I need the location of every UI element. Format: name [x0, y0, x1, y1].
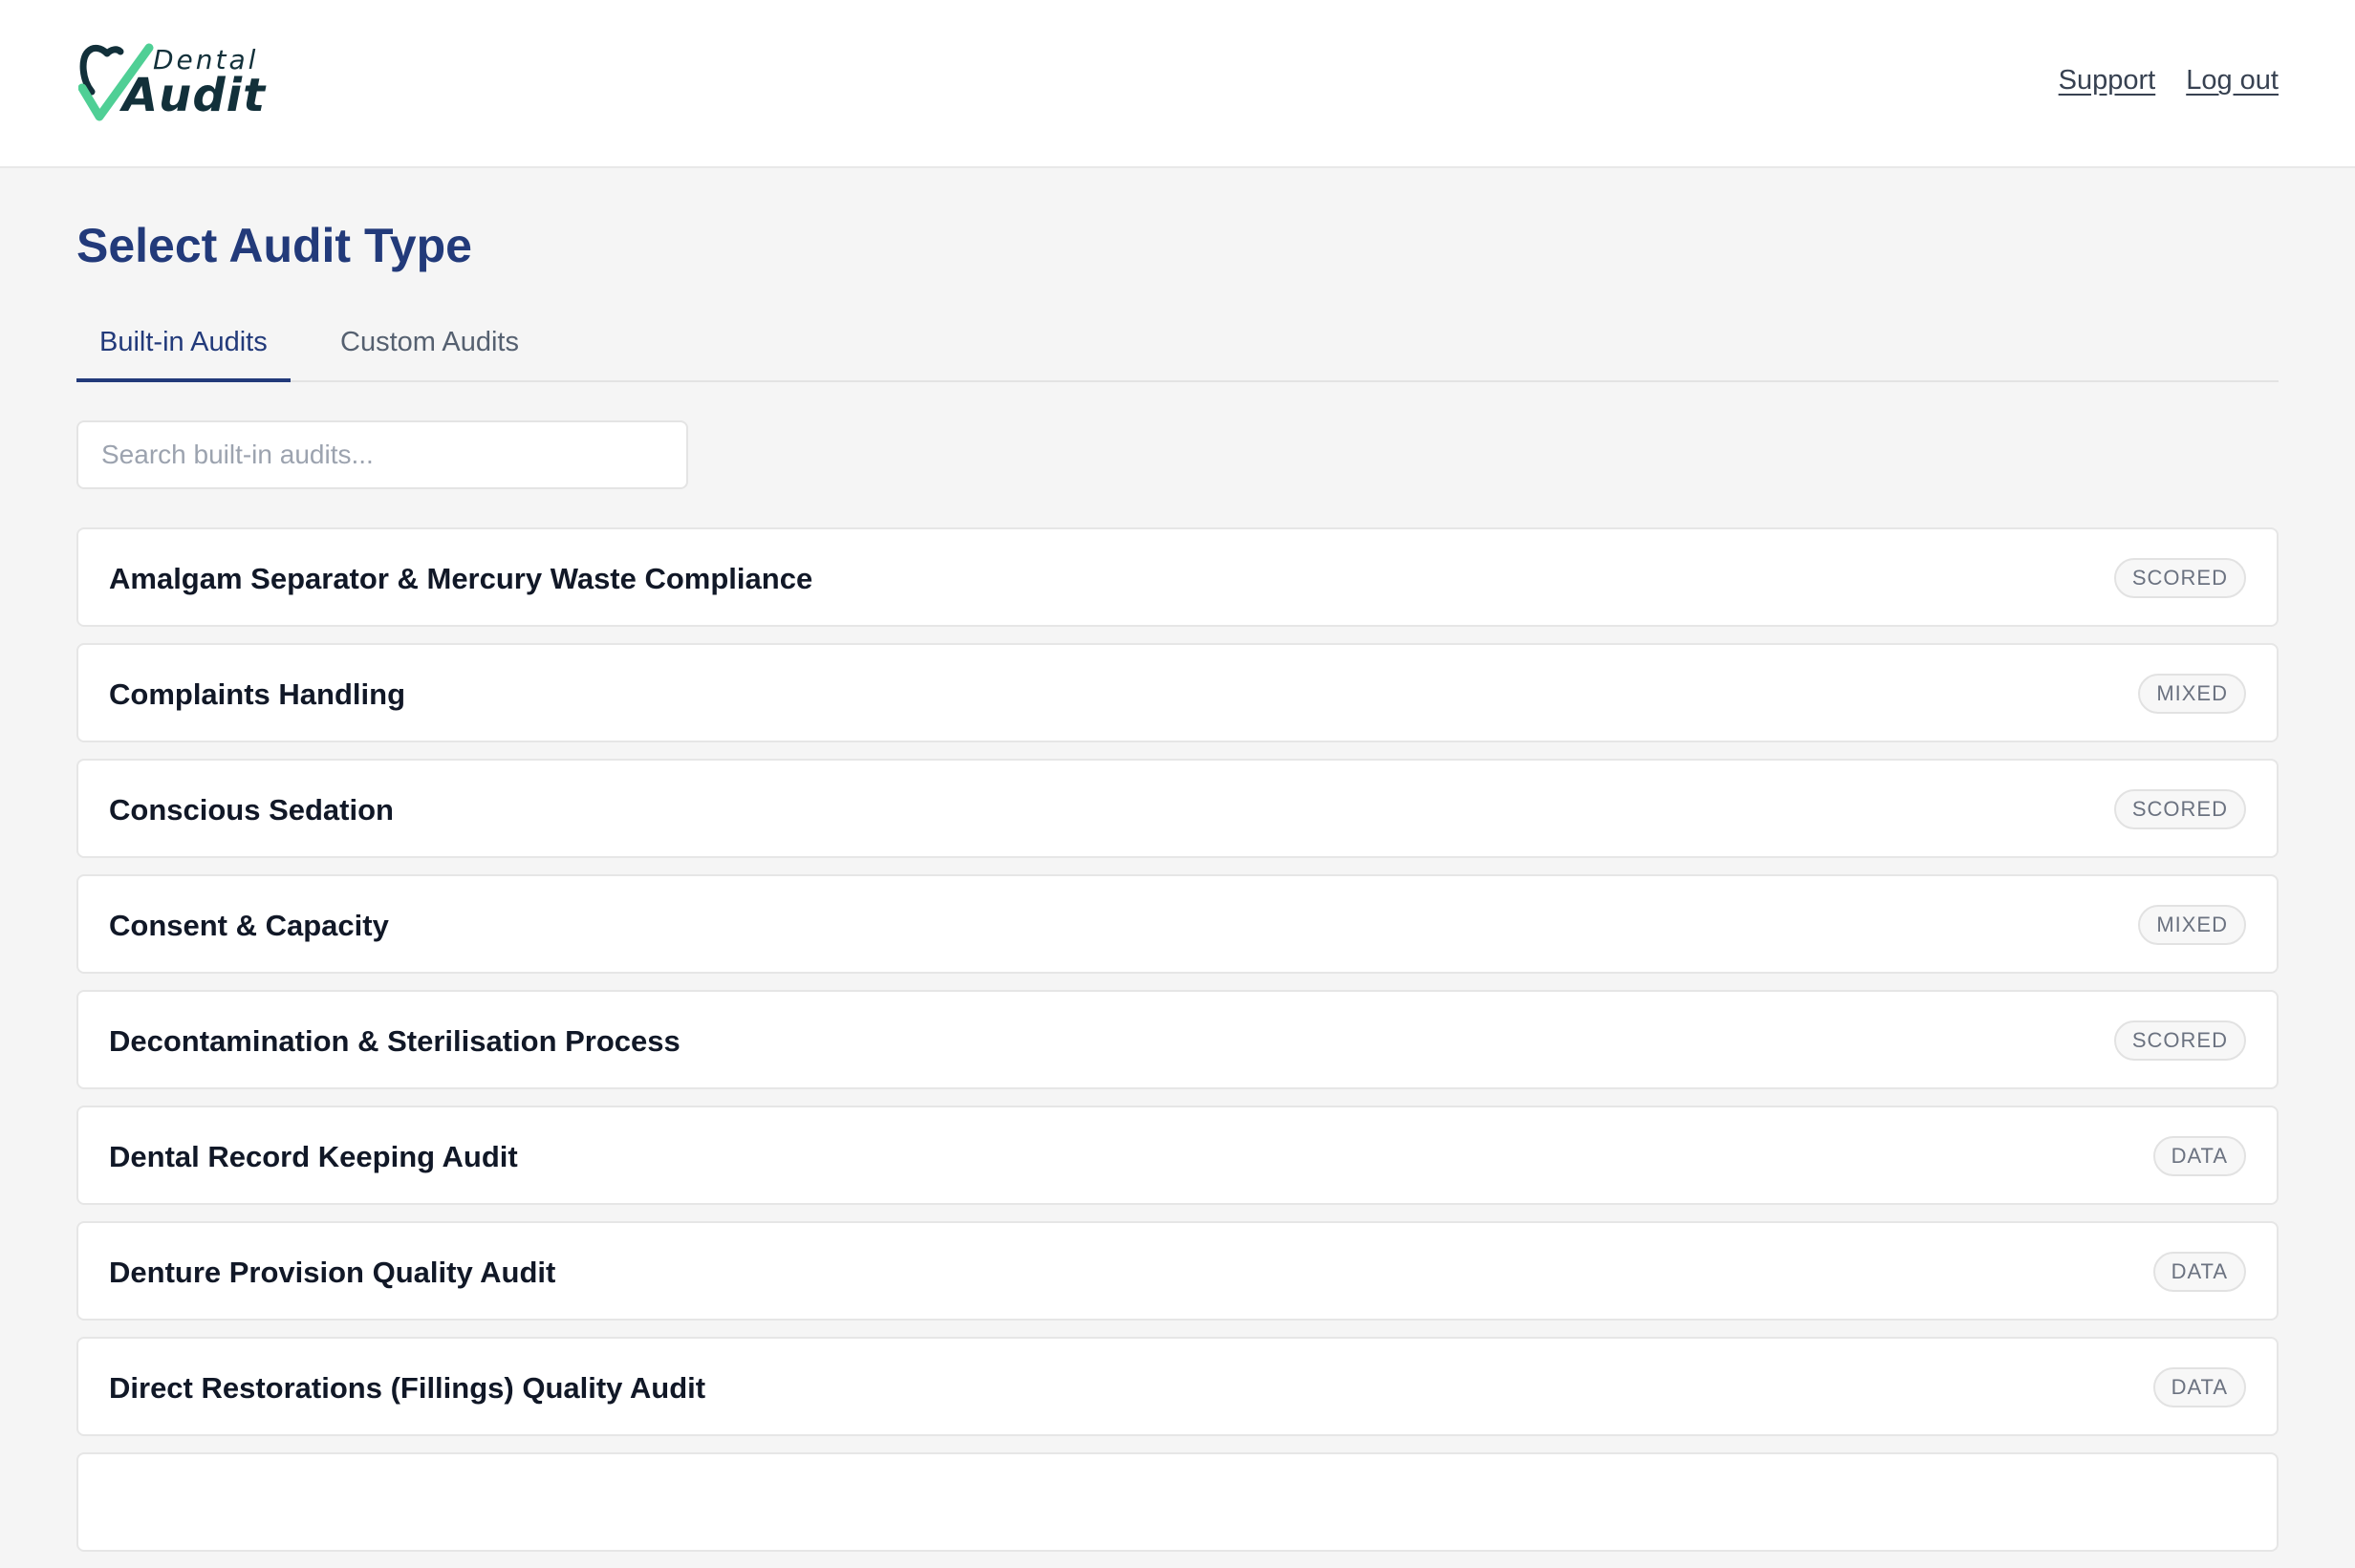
audit-type-badge: SCORED [2113, 789, 2246, 829]
audit-title: Denture Provision Quality Audit [109, 1256, 556, 1289]
audit-row-partial[interactable] [76, 1452, 2279, 1552]
audit-tabs: Built-in Audits Custom Audits [76, 317, 2279, 382]
audit-type-badge: MIXED [2138, 674, 2246, 714]
audit-type-badge: SCORED [2113, 558, 2246, 598]
audit-title: Consent & Capacity [109, 909, 389, 942]
audit-title: Complaints Handling [109, 677, 405, 711]
audit-row-conscious-sedation[interactable]: Conscious Sedation SCORED [76, 759, 2279, 858]
audit-type-badge: DATA [2152, 1252, 2246, 1292]
support-link[interactable]: Support [2059, 65, 2156, 97]
audit-title: Direct Restorations (Fillings) Quality A… [109, 1371, 706, 1405]
tab-built-in-audits[interactable]: Built-in Audits [76, 317, 291, 382]
app-header: Dental Audit Support Log out [0, 0, 2355, 168]
audit-row-complaints-handling[interactable]: Complaints Handling MIXED [76, 643, 2279, 742]
audit-row-amalgam-separator[interactable]: Amalgam Separator & Mercury Waste Compli… [76, 527, 2279, 627]
audit-type-badge: MIXED [2138, 905, 2246, 945]
audit-title: Dental Record Keeping Audit [109, 1140, 518, 1173]
logo-audit-text: Audit [122, 69, 267, 122]
audit-title: Decontamination & Sterilisation Process [109, 1024, 681, 1058]
audit-title: Amalgam Separator & Mercury Waste Compli… [109, 562, 813, 595]
audit-type-badge: SCORED [2113, 1020, 2246, 1061]
audit-type-badge: DATA [2152, 1367, 2246, 1407]
header-nav: Support Log out [2059, 65, 2279, 97]
audit-row-consent-capacity[interactable]: Consent & Capacity MIXED [76, 874, 2279, 974]
audit-title: Conscious Sedation [109, 793, 394, 827]
page-title: Select Audit Type [76, 219, 472, 272]
logout-link[interactable]: Log out [2186, 65, 2279, 97]
audit-row-denture-provision[interactable]: Denture Provision Quality Audit DATA [76, 1221, 2279, 1321]
audit-list: Amalgam Separator & Mercury Waste Compli… [76, 527, 2279, 1568]
search-input[interactable] [76, 420, 688, 489]
audit-type-badge: DATA [2152, 1136, 2246, 1176]
audit-row-decontamination[interactable]: Decontamination & Sterilisation Process … [76, 990, 2279, 1089]
tab-custom-audits[interactable]: Custom Audits [317, 317, 542, 382]
audit-row-direct-restorations[interactable]: Direct Restorations (Fillings) Quality A… [76, 1337, 2279, 1436]
dental-audit-logo[interactable]: Dental Audit [78, 38, 265, 134]
audit-row-record-keeping[interactable]: Dental Record Keeping Audit DATA [76, 1106, 2279, 1205]
